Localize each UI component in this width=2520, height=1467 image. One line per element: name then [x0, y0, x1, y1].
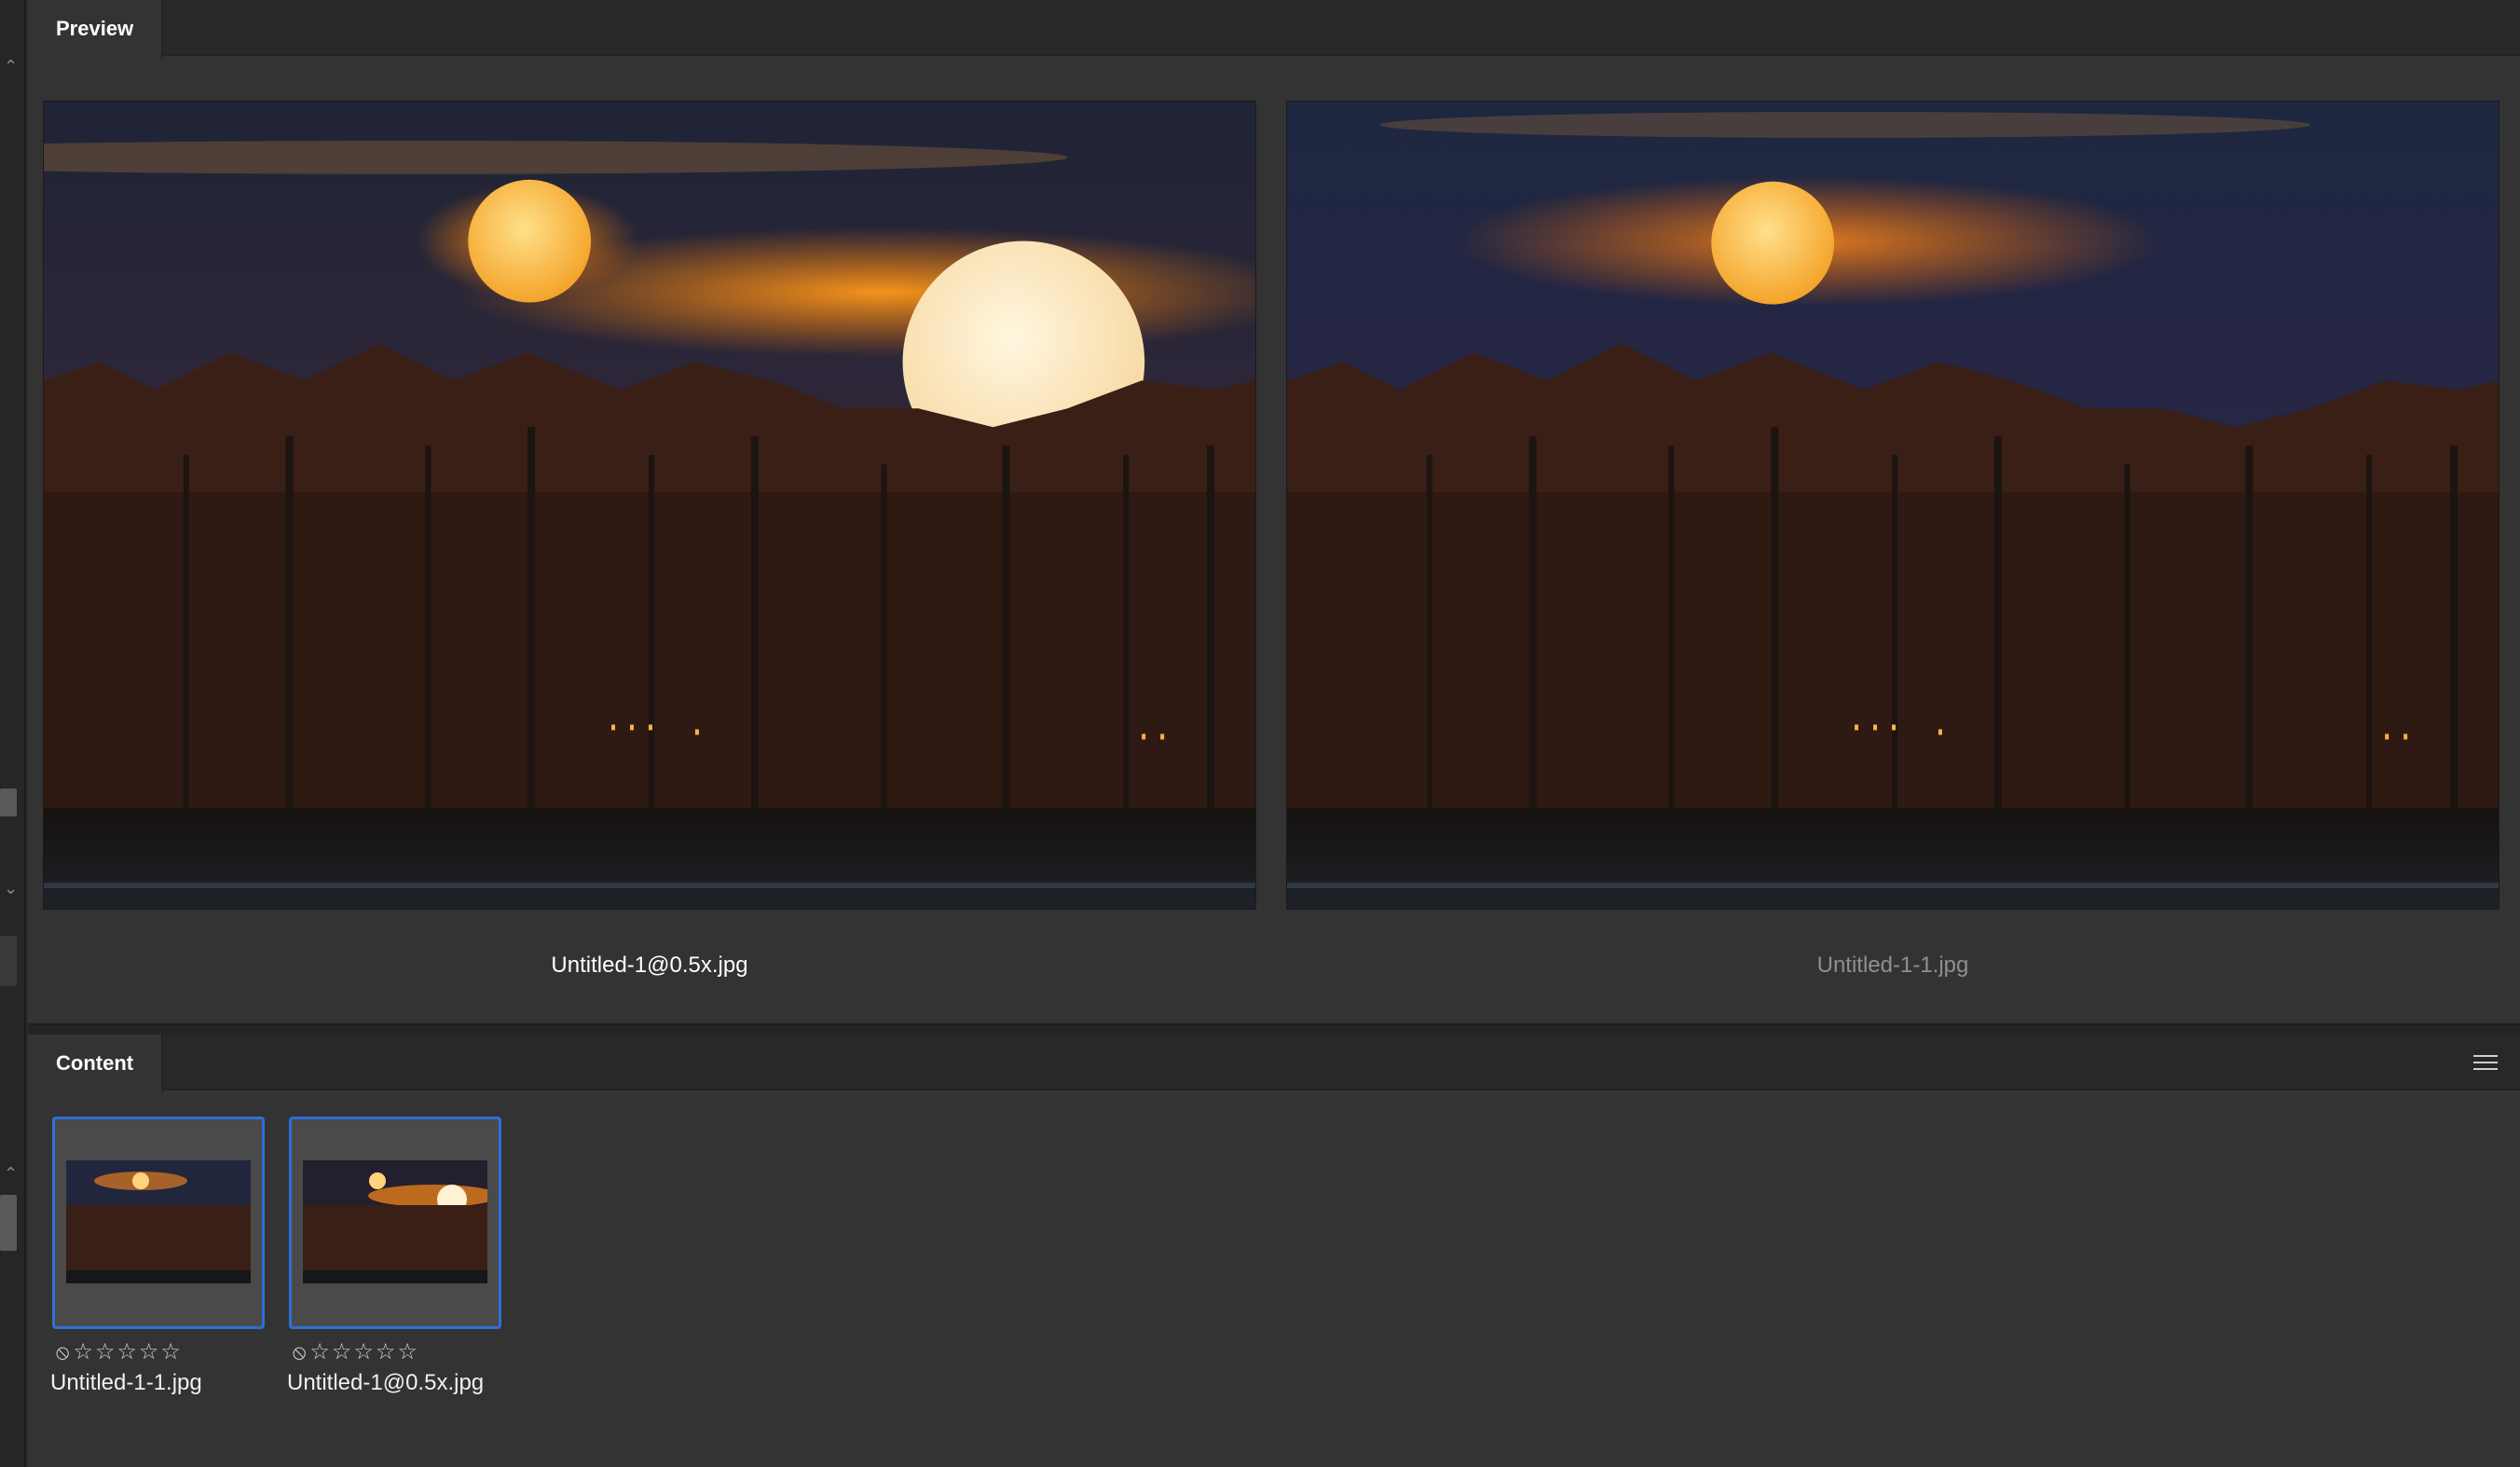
content-thumbnail[interactable]	[289, 1117, 501, 1329]
preview-caption-left: Untitled-1@0.5x.jpg	[551, 953, 748, 978]
hamburger-menu-icon[interactable]	[2473, 1055, 2498, 1072]
scroll-up-icon[interactable]: ⌃	[4, 58, 18, 75]
preview-image-left[interactable]	[43, 101, 1256, 910]
scroll-down-icon[interactable]: ⌄	[4, 880, 18, 897]
scrollbar-thumb[interactable]	[0, 788, 17, 816]
preview-panel-header: Preview	[28, 0, 2520, 58]
preview-panel: Preview Untitled-1@0.5x.jpg Untitled-1-1…	[28, 0, 2520, 1025]
content-panel: Content ⦸ ☆☆☆☆☆ Untitled-1-1.jpg ⦸ ☆☆☆☆☆…	[28, 1035, 2520, 1467]
tab-preview[interactable]: Preview	[28, 0, 164, 58]
moon-landscape-image	[44, 102, 1255, 909]
left-gutter: ⌃ ⌄ ⌃	[0, 0, 26, 1467]
moon-landscape-image	[1287, 102, 2499, 909]
thumbnail-image	[303, 1160, 487, 1283]
preview-caption-right: Untitled-1-1.jpg	[1816, 953, 1969, 978]
content-thumbnail[interactable]	[52, 1117, 265, 1329]
scrollbar-thumb[interactable]	[0, 1195, 17, 1251]
reject-icon[interactable]: ⦸	[56, 1340, 69, 1364]
scroll-up-icon[interactable]: ⌃	[4, 1165, 18, 1182]
preview-image-right[interactable]	[1286, 101, 2499, 910]
star-rating[interactable]: ☆☆☆☆☆	[309, 1339, 419, 1364]
star-rating[interactable]: ☆☆☆☆☆	[73, 1339, 183, 1364]
tab-content[interactable]: Content	[28, 1035, 164, 1092]
content-panel-header: Content	[28, 1035, 2520, 1092]
app-window: ⌃ ⌄ ⌃ Preview Untitled-1@0.5x.jpg Untitl…	[0, 0, 2520, 1467]
panel-divider[interactable]	[28, 1025, 2520, 1035]
scrollbar-track[interactable]	[0, 936, 17, 986]
reject-icon[interactable]: ⦸	[293, 1340, 306, 1364]
thumbnail-image	[66, 1160, 251, 1283]
rating-control[interactable]: ⦸ ☆☆☆☆☆	[293, 1338, 419, 1366]
content-filename: Untitled-1@0.5x.jpg	[287, 1370, 485, 1395]
content-filename: Untitled-1-1.jpg	[50, 1370, 202, 1395]
rating-control[interactable]: ⦸ ☆☆☆☆☆	[56, 1338, 183, 1366]
